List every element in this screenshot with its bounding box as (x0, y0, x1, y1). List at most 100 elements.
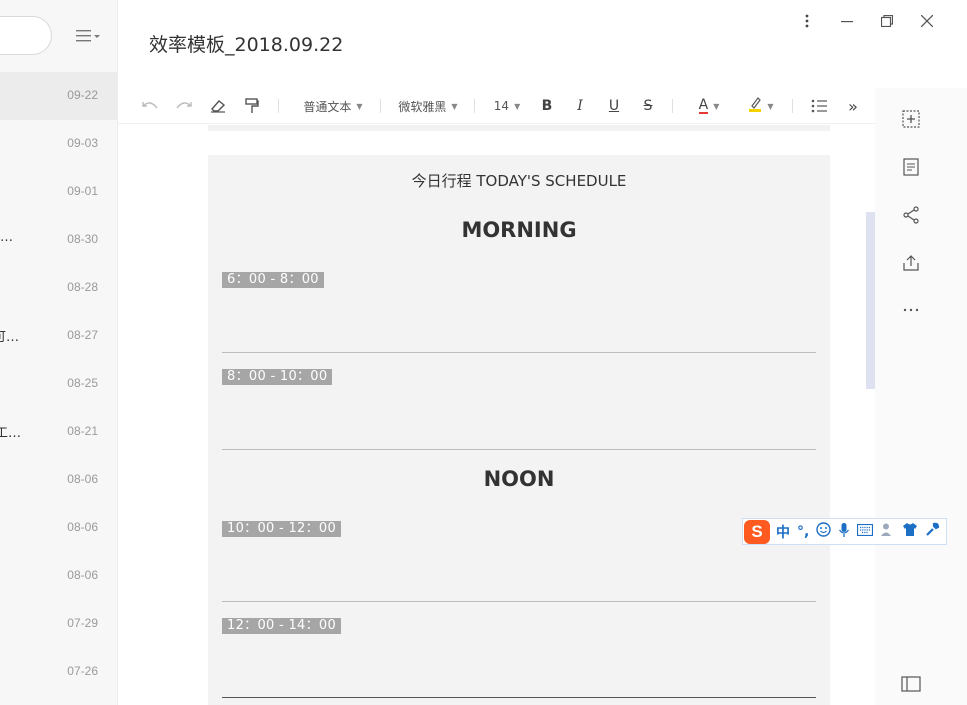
toolbar-divider (278, 99, 279, 113)
microphone-icon[interactable] (838, 522, 850, 542)
note-title[interactable]: 效率模板_2018.09.22 (149, 30, 343, 57)
note-list-item[interactable]: 08-06 (0, 504, 117, 552)
divider-line (222, 352, 816, 353)
note-date: 08-27 (67, 328, 98, 342)
emoji-icon[interactable] (816, 522, 832, 541)
paragraph-style-select[interactable]: 普通文本 ▼ (298, 94, 368, 118)
share-icon[interactable] (899, 203, 923, 227)
previous-block (208, 125, 830, 131)
note-editor[interactable]: 今日行程 TODAY'S SCHEDULE MORNING 6：00 - 8：0… (118, 125, 865, 705)
font-family-select[interactable]: 微软雅黑 ▼ (396, 94, 460, 118)
bold-button[interactable]: B (538, 94, 556, 118)
note-list-item[interactable]: 工… 08-21 (0, 408, 117, 456)
editor-scrollbar-thumb[interactable] (866, 212, 875, 389)
export-icon[interactable] (899, 251, 923, 275)
font-color-label: A (698, 97, 709, 114)
ime-punct-toggle[interactable]: °, (797, 524, 809, 540)
toolbar-divider (792, 99, 793, 113)
note-date: 08-06 (67, 472, 98, 486)
undo-icon[interactable] (140, 94, 160, 118)
time-slot-tag: 8：00 - 10：00 (222, 369, 333, 385)
format-painter-icon[interactable] (242, 94, 262, 118)
list-sort-menu-icon[interactable] (76, 28, 102, 44)
wrench-icon[interactable] (925, 522, 940, 541)
note-list-item[interactable]: 07-26 (0, 648, 117, 696)
note-date: 08-06 (67, 520, 98, 534)
note-list-item[interactable]: 08-25 (0, 360, 117, 408)
highlighter-icon (748, 96, 762, 116)
italic-button[interactable]: I (571, 94, 589, 118)
font-color-button[interactable]: A ▼ (690, 94, 728, 118)
chevron-down-icon: ▼ (356, 101, 363, 111)
divider-line (222, 601, 816, 602)
note-date: 08-06 (67, 568, 98, 582)
font-size-value: 14 (493, 99, 510, 113)
section-title-morning: MORNING (461, 218, 577, 242)
note-list-item[interactable]: 可… 08-27 (0, 312, 117, 360)
insert-block-icon[interactable] (899, 107, 923, 131)
note-date: 08-21 (67, 424, 98, 438)
note-list-item[interactable]: 08-06 (0, 552, 117, 600)
ime-toolbar[interactable]: S 中 °, (742, 518, 947, 545)
divider-line (222, 697, 816, 698)
toolbar-divider (474, 99, 475, 113)
minimize-icon[interactable] (836, 10, 858, 32)
right-action-panel (875, 88, 967, 705)
note-date: 08-28 (67, 280, 98, 294)
bullet-list-icon[interactable] (808, 94, 830, 118)
more-icon[interactable] (796, 10, 818, 32)
time-slot-tag: 12：00 - 14：00 (222, 618, 342, 634)
note-date: 07-29 (67, 616, 98, 630)
note-info-icon[interactable] (899, 155, 923, 179)
note-list-item[interactable]: 09-01 (0, 168, 117, 216)
keyboard-icon[interactable] (857, 523, 874, 540)
restore-icon[interactable] (876, 10, 898, 32)
font-size-select[interactable]: 14 ▼ (490, 94, 524, 118)
note-date: 09-22 (67, 88, 98, 102)
formatting-toolbar: 普通文本 ▼ 微软雅黑 ▼ 14 ▼ B I U S A ▼ ▼ » (118, 88, 875, 124)
ime-mode-toggle[interactable]: 中 (776, 522, 790, 542)
toggle-panel-icon[interactable] (899, 672, 923, 696)
highlight-color-button[interactable]: ▼ (742, 94, 780, 118)
note-list-item[interactable]: 07-29 (0, 600, 117, 648)
chevron-down-icon: ▼ (767, 101, 774, 111)
note-date: 09-01 (67, 184, 98, 198)
chevron-down-icon: ▼ (451, 101, 458, 111)
toolbar-divider (672, 99, 673, 113)
close-icon[interactable] (916, 10, 938, 32)
schedule-header: 今日行程 TODAY'S SCHEDULE (411, 172, 627, 190)
strikethrough-button[interactable]: S (639, 94, 657, 118)
note-list-sidebar: 09-22 09-03 09-01 … 08-30 08-28 可… 08-27… (0, 0, 118, 705)
note-list-item[interactable]: 08-28 (0, 264, 117, 312)
note-list-item[interactable]: … 08-30 (0, 216, 117, 264)
time-slot-tag: 6：00 - 8：00 (222, 272, 324, 288)
divider-line (222, 449, 816, 450)
note-snippet: … (0, 230, 13, 245)
note-snippet: 工… (0, 426, 22, 441)
schedule-template-block[interactable]: 今日行程 TODAY'S SCHEDULE MORNING 6：00 - 8：0… (208, 155, 830, 705)
chevron-down-icon: ▼ (514, 101, 521, 111)
note-date: 08-30 (67, 232, 98, 246)
underline-button[interactable]: U (605, 94, 623, 118)
skin-shirt-icon[interactable] (902, 522, 918, 541)
note-date: 09-03 (67, 136, 98, 150)
redo-icon[interactable] (174, 94, 194, 118)
chevron-down-icon: ▼ (713, 101, 720, 111)
note-date: 08-25 (67, 376, 98, 390)
note-list-item[interactable]: 09-03 (0, 120, 117, 168)
more-tools-button[interactable]: » (844, 94, 862, 118)
paragraph-style-value: 普通文本 (303, 99, 352, 114)
search-input[interactable] (0, 16, 52, 55)
note-list-item[interactable]: 08-06 (0, 456, 117, 504)
note-list-item[interactable]: 09-22 (0, 72, 117, 120)
font-family-value: 微软雅黑 (398, 99, 447, 114)
toolbar-divider (380, 99, 381, 113)
note-snippet: 可… (0, 330, 20, 345)
note-date: 07-26 (67, 664, 98, 678)
more-options-icon[interactable] (899, 298, 923, 322)
time-slot-tag: 10：00 - 12：00 (222, 521, 342, 537)
eraser-icon[interactable] (208, 94, 228, 118)
ime-logo[interactable]: S (744, 519, 770, 544)
section-title-noon: NOON (483, 467, 555, 491)
user-icon[interactable] (880, 522, 895, 541)
